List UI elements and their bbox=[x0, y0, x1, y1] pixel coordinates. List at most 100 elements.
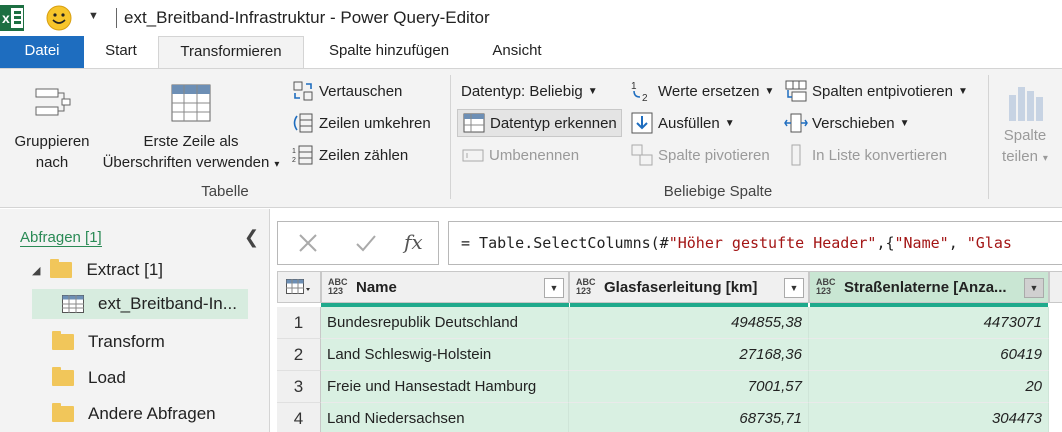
tab-view[interactable]: Ansicht bbox=[474, 36, 560, 68]
split-column-label-2: teilen ▾ bbox=[1002, 148, 1048, 165]
replace-values-button[interactable]: 12 Werte ersetzen ▼ bbox=[630, 77, 774, 105]
table-icon bbox=[62, 295, 84, 313]
pivot-column-label: Spalte pivotieren bbox=[658, 146, 770, 164]
transpose-icon bbox=[293, 81, 313, 101]
quick-access-dropdown-icon[interactable]: ▼ bbox=[88, 10, 104, 26]
nav-item-query[interactable]: ext_Breitband-In... bbox=[32, 289, 248, 319]
feedback-smiley-icon[interactable] bbox=[46, 5, 72, 31]
row-number[interactable]: 2 bbox=[277, 339, 321, 371]
row-number[interactable]: 3 bbox=[277, 371, 321, 403]
column-header-strassenlaterne[interactable]: ABC 123 Straßenlaterne [Anza... ▼ bbox=[809, 271, 1049, 303]
chevron-down-icon: ▼ bbox=[764, 85, 775, 97]
first-row-label-1: Erste Zeile als bbox=[143, 133, 239, 150]
nav-item-label: Extract [1] bbox=[86, 260, 163, 279]
rename-icon bbox=[462, 149, 484, 162]
row-number[interactable]: 4 bbox=[277, 403, 321, 432]
group-by-button[interactable]: Gruppieren nach bbox=[6, 83, 98, 173]
filter-dropdown-icon[interactable]: ▼ bbox=[1024, 278, 1044, 298]
chevron-down-icon: ▼ bbox=[724, 117, 735, 129]
chevron-down-icon: ▼ bbox=[899, 117, 910, 129]
folder-icon bbox=[50, 259, 73, 278]
nav-item-extract[interactable]: ◢ Extract [1] bbox=[32, 255, 270, 285]
pivot-column-button[interactable]: Spalte pivotieren bbox=[630, 141, 770, 169]
chevron-down-icon: ▾ bbox=[1042, 153, 1048, 164]
chevron-down-icon: ▾ bbox=[274, 159, 280, 170]
svg-text:1: 1 bbox=[292, 148, 296, 155]
cell-glasfaser[interactable]: 494855,38 bbox=[569, 307, 809, 339]
cell-strassenlaterne[interactable]: 4473071 bbox=[809, 307, 1049, 339]
fill-button[interactable]: Ausfüllen ▼ bbox=[630, 109, 735, 137]
tab-start[interactable]: Start bbox=[84, 36, 158, 68]
formula-input[interactable]: = Table.SelectColumns(#"Höher gestufte H… bbox=[448, 221, 1062, 265]
tab-transform[interactable]: Transformieren bbox=[158, 36, 304, 70]
fx-icon[interactable]: fx bbox=[404, 230, 423, 254]
first-row-headers-button[interactable]: Erste Zeile als Überschriften verwenden ▾ bbox=[96, 83, 286, 175]
filter-dropdown-icon[interactable]: ▼ bbox=[544, 278, 564, 298]
unpivot-label: Spalten entpivotieren bbox=[812, 82, 953, 100]
move-button[interactable]: Verschieben ▼ bbox=[784, 109, 909, 137]
data-type-dropdown[interactable]: Datentyp: Beliebig ▼ bbox=[461, 77, 598, 105]
replace-values-label: Werte ersetzen bbox=[658, 82, 760, 100]
table-header-icon bbox=[171, 84, 211, 122]
cell-glasfaser[interactable]: 7001,57 bbox=[569, 371, 809, 403]
cell-name[interactable]: Land Schleswig-Holstein bbox=[321, 339, 569, 371]
group-by-label-1: Gruppieren bbox=[14, 133, 90, 150]
nav-item-transform[interactable]: Transform bbox=[52, 327, 165, 357]
cell-name[interactable]: Bundesrepublik Deutschland bbox=[321, 307, 569, 339]
detect-type-icon bbox=[463, 113, 485, 133]
detect-type-button[interactable]: Datentyp erkennen bbox=[457, 109, 622, 137]
nav-item-label: Andere Abfragen bbox=[88, 404, 216, 423]
filter-dropdown-icon[interactable]: ▼ bbox=[784, 278, 804, 298]
folder-icon bbox=[52, 403, 74, 422]
queries-header[interactable]: Abfragen [1] bbox=[20, 229, 102, 247]
cell-name[interactable]: Freie und Hansestadt Hamburg bbox=[321, 371, 569, 403]
unpivot-button[interactable]: Spalten entpivotieren ▼ bbox=[784, 77, 968, 105]
chevron-down-icon: ▼ bbox=[957, 85, 968, 97]
to-list-button[interactable]: In Liste konvertieren bbox=[784, 141, 947, 169]
cell-strassenlaterne[interactable]: 20 bbox=[809, 371, 1049, 403]
type-any-icon[interactable]: ABC 123 bbox=[576, 278, 596, 296]
cell-name[interactable]: Land Niedersachsen bbox=[321, 403, 569, 432]
collapse-pane-icon[interactable]: ❮ bbox=[244, 227, 259, 248]
queries-pane: Abfragen [1] ❮ ◢ Extract [1] ext_Breitba… bbox=[0, 209, 270, 432]
fill-down-icon bbox=[631, 112, 653, 134]
nav-item-label: ext_Breitband-In... bbox=[98, 294, 237, 313]
folder-icon bbox=[52, 331, 74, 350]
fill-label: Ausfüllen bbox=[658, 114, 720, 132]
move-label: Verschieben bbox=[812, 114, 895, 132]
transpose-button[interactable]: Vertauschen bbox=[291, 77, 402, 105]
reverse-rows-icon bbox=[293, 113, 313, 133]
expanded-arrow-icon[interactable]: ◢ bbox=[32, 264, 40, 277]
ribbon-panel: Gruppieren nach Erste Zeile als Überschr… bbox=[0, 68, 1062, 208]
first-row-label-2: Überschriften verwenden ▾ bbox=[102, 154, 280, 171]
excel-icon: x bbox=[0, 5, 24, 31]
type-any-icon[interactable]: ABC 123 bbox=[816, 278, 836, 296]
tab-file[interactable]: Datei bbox=[0, 36, 84, 68]
split-column-button[interactable]: Spalte teilen ▾ bbox=[994, 79, 1056, 169]
group-by-label-2: nach bbox=[35, 154, 69, 171]
cell-glasfaser[interactable]: 27168,36 bbox=[569, 339, 809, 371]
chevron-down-icon: ▼ bbox=[587, 85, 598, 97]
nav-item-other[interactable]: Andere Abfragen bbox=[52, 399, 216, 429]
group-by-icon bbox=[35, 88, 71, 116]
cell-strassenlaterne[interactable]: 60419 bbox=[809, 339, 1049, 371]
cancel-icon[interactable] bbox=[296, 231, 320, 255]
nav-item-load[interactable]: Load bbox=[52, 363, 126, 393]
unpivot-icon bbox=[785, 80, 807, 102]
type-any-icon[interactable]: ABC 123 bbox=[328, 278, 348, 296]
column-header-glasfaser[interactable]: ABC 123 Glasfaserleitung [km] ▼ bbox=[569, 271, 809, 303]
rename-button[interactable]: Umbenennen bbox=[461, 141, 579, 169]
reverse-rows-button[interactable]: Zeilen umkehren bbox=[291, 109, 431, 137]
column-header-name[interactable]: ABC 123 Name ▼ bbox=[321, 271, 569, 303]
confirm-icon[interactable] bbox=[354, 231, 378, 255]
ribbon-divider bbox=[450, 75, 451, 199]
tab-add-column[interactable]: Spalte hinzufügen bbox=[304, 36, 474, 68]
cell-strassenlaterne[interactable]: 304473 bbox=[809, 403, 1049, 432]
row-number[interactable]: 1 bbox=[277, 307, 321, 339]
group-label-tabelle: Tabelle bbox=[201, 183, 249, 200]
data-type-label: Datentyp: Beliebig bbox=[461, 82, 583, 100]
count-rows-button[interactable]: 12 Zeilen zählen bbox=[291, 141, 408, 169]
column-name: Glasfaserleitung [km] bbox=[604, 278, 758, 296]
cell-glasfaser[interactable]: 68735,71 bbox=[569, 403, 809, 432]
select-all-corner[interactable] bbox=[277, 271, 321, 303]
